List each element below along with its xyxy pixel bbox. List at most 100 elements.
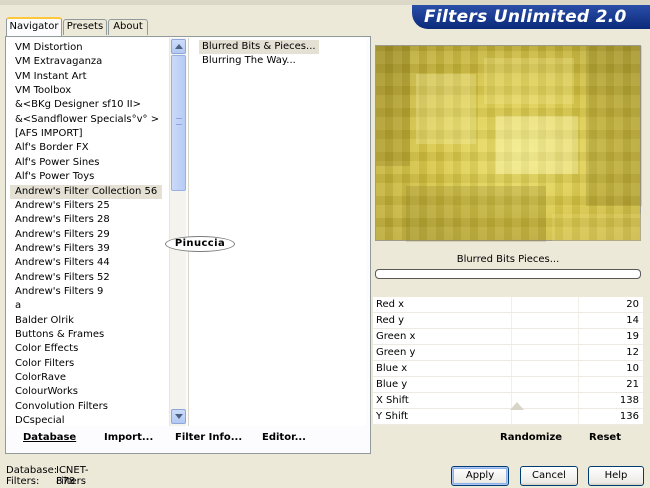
category-item[interactable]: VM Distortion bbox=[10, 41, 88, 55]
category-scrollbar[interactable] bbox=[169, 38, 186, 426]
preview-block bbox=[496, 116, 578, 174]
category-item[interactable]: Andrew's Filter Collection 56 bbox=[10, 184, 163, 199]
category-item[interactable]: Andrew's Filters 28 bbox=[10, 213, 115, 227]
slider-track[interactable] bbox=[445, 377, 643, 392]
category-item[interactable]: Color Filters bbox=[10, 357, 79, 371]
param-label: Blue y bbox=[376, 379, 408, 390]
filter-info-button[interactable]: Filter Info... bbox=[175, 431, 242, 445]
preview-block bbox=[406, 186, 546, 242]
category-item[interactable]: Andrew's Filters 29 bbox=[10, 228, 115, 242]
help-button[interactable]: Help bbox=[588, 466, 644, 486]
database-button[interactable]: Database bbox=[23, 431, 76, 445]
preview-block bbox=[376, 46, 410, 166]
randomize-button[interactable]: Randomize bbox=[500, 431, 562, 445]
category-item[interactable]: VM Toolbox bbox=[10, 84, 76, 98]
category-item[interactable]: Andrew's Filters 9 bbox=[10, 285, 108, 299]
slider-track[interactable] bbox=[445, 409, 643, 424]
filter-preview-image bbox=[375, 45, 642, 242]
scroll-up-button[interactable] bbox=[171, 39, 186, 54]
category-item[interactable]: [AFS IMPORT] bbox=[10, 127, 88, 141]
category-item[interactable]: Alf's Power Toys bbox=[10, 170, 99, 184]
param-label: X Shift bbox=[376, 395, 409, 406]
filter-item[interactable]: Blurred Bits & Pieces... bbox=[199, 40, 319, 54]
param-value: 20 bbox=[626, 299, 639, 310]
slider-track[interactable] bbox=[445, 329, 643, 344]
param-value: 19 bbox=[626, 331, 639, 342]
progress-bar bbox=[375, 269, 641, 279]
param-value: 12 bbox=[626, 347, 639, 358]
reset-button[interactable]: Reset bbox=[589, 431, 621, 445]
parameter-list: Red x 20 Red y 14 Green x 19 Green y 12 Blue x 10… bbox=[373, 297, 643, 425]
import-button[interactable]: Import... bbox=[104, 431, 153, 445]
cancel-button[interactable]: Cancel bbox=[520, 466, 578, 486]
tab-presets[interactable]: Presets bbox=[63, 19, 107, 35]
param-value: 136 bbox=[619, 411, 639, 422]
category-item[interactable]: ColorRave bbox=[10, 371, 71, 385]
category-item[interactable]: Color Effects bbox=[10, 342, 83, 356]
slider-track[interactable] bbox=[445, 297, 643, 312]
preview-block bbox=[552, 214, 642, 242]
preview-block bbox=[586, 46, 642, 206]
param-value: 10 bbox=[626, 363, 639, 374]
param-label: Green x bbox=[376, 331, 416, 342]
apply-button[interactable]: Apply bbox=[451, 466, 509, 486]
category-item[interactable]: Andrew's Filters 39 bbox=[10, 242, 115, 256]
status-filters-label: Filters: bbox=[6, 476, 40, 487]
category-item[interactable]: &<Sandflower Specials°v° > bbox=[10, 113, 164, 127]
category-item[interactable]: Andrew's Filters 44 bbox=[10, 256, 115, 270]
param-value: 21 bbox=[626, 379, 639, 390]
category-item[interactable]: &<BKg Designer sf10 II> bbox=[10, 98, 146, 112]
category-item[interactable]: VM Instant Art bbox=[10, 70, 92, 84]
grip-icon bbox=[176, 118, 182, 125]
param-value: 14 bbox=[626, 315, 639, 326]
slider-pointer-icon bbox=[510, 402, 524, 410]
category-item[interactable]: Alf's Border FX bbox=[10, 141, 94, 155]
category-item[interactable]: ColourWorks bbox=[10, 385, 83, 399]
param-label: Red y bbox=[376, 315, 405, 326]
status-filters: Filters: 878 bbox=[6, 476, 75, 487]
param-slider-row[interactable]: Green x 19 bbox=[373, 329, 643, 345]
category-item[interactable]: Convolution Filters bbox=[10, 400, 113, 414]
app-title-banner: Filters Unlimited 2.0 bbox=[412, 5, 650, 29]
tab-navigator[interactable]: Navigator bbox=[6, 17, 62, 36]
category-item[interactable]: a bbox=[10, 299, 26, 313]
category-list[interactable]: VM Distortion VM Extravaganza VM Instant A… bbox=[6, 38, 186, 426]
chevron-up-icon bbox=[175, 44, 183, 49]
param-label: Red x bbox=[376, 299, 405, 310]
category-item[interactable]: Buttons & Frames bbox=[10, 328, 109, 342]
slider-track[interactable] bbox=[445, 361, 643, 376]
database-button-label: Database bbox=[23, 432, 77, 443]
slider-track[interactable] bbox=[445, 393, 643, 408]
category-item[interactable]: DCspecial bbox=[10, 414, 70, 426]
category-item[interactable]: VM Extravaganza bbox=[10, 55, 107, 69]
param-label: Blue x bbox=[376, 363, 408, 374]
filter-item[interactable]: Blurring The Way... bbox=[199, 54, 299, 68]
category-item[interactable]: Alf's Power Sines bbox=[10, 156, 105, 170]
preview-block bbox=[484, 58, 574, 104]
param-label: Green y bbox=[376, 347, 416, 358]
status-filters-value: 878 bbox=[56, 476, 76, 487]
param-value: 138 bbox=[619, 395, 639, 406]
param-slider-row[interactable]: X Shift 138 bbox=[373, 393, 643, 409]
scroll-down-button[interactable] bbox=[171, 409, 186, 424]
category-item[interactable]: Andrew's Filters 52 bbox=[10, 271, 115, 285]
tab-about[interactable]: About bbox=[108, 19, 148, 35]
status-database-label: Database: bbox=[6, 465, 58, 476]
param-slider-row[interactable]: Green y 12 bbox=[373, 345, 643, 361]
preview-block bbox=[416, 74, 476, 144]
chevron-down-icon bbox=[175, 414, 183, 419]
slider-track[interactable] bbox=[445, 313, 643, 328]
editor-button[interactable]: Editor... bbox=[262, 431, 306, 445]
param-slider-row[interactable]: Red x 20 bbox=[373, 297, 643, 313]
filter-list[interactable]: Blurred Bits & Pieces... Blurring The Way… bbox=[188, 38, 366, 426]
param-slider-row[interactable]: Y Shift 136 bbox=[373, 409, 643, 425]
category-item[interactable]: Balder Olrik bbox=[10, 314, 79, 328]
slider-track[interactable] bbox=[445, 345, 643, 360]
category-item[interactable]: Andrew's Filters 25 bbox=[10, 199, 115, 213]
scroll-thumb[interactable] bbox=[171, 55, 186, 191]
param-slider-row[interactable]: Red y 14 bbox=[373, 313, 643, 329]
param-slider-row[interactable]: Blue x 10 bbox=[373, 361, 643, 377]
param-label: Y Shift bbox=[376, 411, 409, 422]
status-database: Database: ICNET-Filters bbox=[6, 465, 89, 487]
param-slider-row[interactable]: Blue y 21 bbox=[373, 377, 643, 393]
